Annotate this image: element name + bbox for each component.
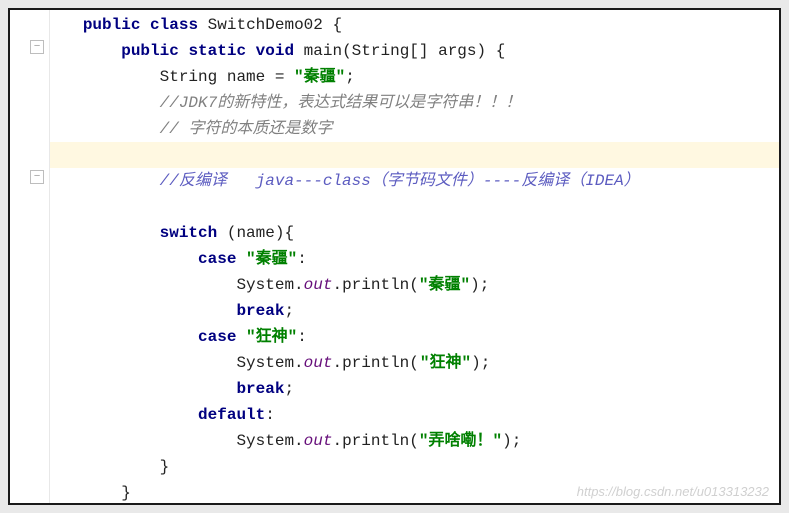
- semicolon: ;: [345, 68, 355, 86]
- string-literal: "秦疆": [294, 68, 345, 86]
- brace: }: [121, 484, 131, 502]
- gutter: − −: [10, 10, 50, 503]
- end: );: [470, 276, 489, 294]
- code-line: break;: [50, 298, 779, 324]
- sys: System.: [236, 432, 303, 450]
- code-line: switch (name){: [50, 220, 779, 246]
- code-line: System.out.println("狂神");: [50, 350, 779, 376]
- comment: // 字符的本质还是数字: [160, 120, 333, 138]
- code-line: System.out.println("秦疆");: [50, 272, 779, 298]
- colon: :: [297, 328, 307, 346]
- keyword: switch: [160, 224, 218, 242]
- keyword: case: [198, 328, 236, 346]
- string-literal: "弄啥嘞！": [419, 432, 502, 450]
- method-name: main: [304, 42, 342, 60]
- keyword: default: [198, 406, 265, 424]
- field-out: out: [304, 276, 333, 294]
- comment: //JDK7的新特性，表达式结果可以是字符串！！！: [160, 94, 522, 112]
- watermark: https://blog.csdn.net/u013313232: [577, 484, 769, 499]
- println: .println(: [332, 432, 418, 450]
- code-line: System.out.println("弄啥嘞！");: [50, 428, 779, 454]
- code-line: // 字符的本质还是数字: [50, 116, 779, 142]
- fold-marker-icon[interactable]: −: [30, 170, 44, 184]
- field-out: out: [304, 354, 333, 372]
- var-decl: String name =: [160, 68, 294, 86]
- semicolon: ;: [284, 302, 294, 320]
- println: .println(: [332, 276, 418, 294]
- code-area[interactable]: public class SwitchDemo02 { public stati…: [50, 10, 779, 503]
- params: (String[] args) {: [342, 42, 505, 60]
- code-line: String name = "秦疆";: [50, 64, 779, 90]
- string-literal: "狂神": [246, 328, 297, 346]
- code-line: //反编译 java---class（字节码文件）----反编译（IDEA）: [50, 168, 779, 194]
- keyword: void: [256, 42, 294, 60]
- field-out: out: [304, 432, 333, 450]
- string-literal: "狂神": [420, 354, 471, 372]
- expr: (name){: [217, 224, 294, 242]
- editor-frame: − − public class SwitchDemo02 { public s…: [8, 8, 781, 505]
- code-line: }: [50, 454, 779, 480]
- colon: :: [297, 250, 307, 268]
- fold-marker-icon[interactable]: −: [30, 40, 44, 54]
- code-line: [50, 194, 779, 220]
- comment: //反编译 java---class（字节码文件）----反编译（IDEA）: [160, 172, 640, 190]
- string-literal: "秦疆": [419, 276, 470, 294]
- end: );: [502, 432, 521, 450]
- code-line: default:: [50, 402, 779, 428]
- code-line: case "狂神":: [50, 324, 779, 350]
- code-line: public class SwitchDemo02 {: [50, 12, 779, 38]
- code-line-current: [50, 142, 779, 168]
- code-line: //JDK7的新特性，表达式结果可以是字符串！！！: [50, 90, 779, 116]
- colon: :: [265, 406, 275, 424]
- code-line: break;: [50, 376, 779, 402]
- string-literal: "秦疆": [246, 250, 297, 268]
- keyword: class: [150, 16, 198, 34]
- sys: System.: [236, 276, 303, 294]
- keyword: public: [121, 42, 179, 60]
- semicolon: ;: [284, 380, 294, 398]
- end: );: [471, 354, 490, 372]
- keyword: static: [188, 42, 246, 60]
- code-line: case "秦疆":: [50, 246, 779, 272]
- brace: {: [332, 16, 342, 34]
- keyword: break: [236, 380, 284, 398]
- code-line: public static void main(String[] args) {: [50, 38, 779, 64]
- brace: }: [160, 458, 170, 476]
- keyword: case: [198, 250, 236, 268]
- keyword: public: [83, 16, 141, 34]
- keyword: break: [236, 302, 284, 320]
- class-name: SwitchDemo02: [208, 16, 323, 34]
- println: .println(: [332, 354, 418, 372]
- sys: System.: [236, 354, 303, 372]
